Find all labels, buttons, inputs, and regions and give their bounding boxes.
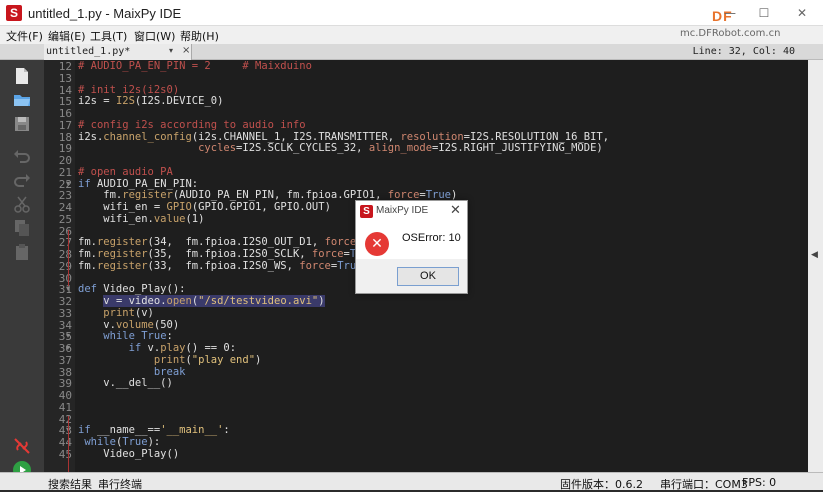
fold-arrow-icon[interactable]: ▾ (66, 179, 70, 188)
change-margin-marker (68, 416, 69, 472)
line-number: 44 (58, 436, 72, 449)
line-number: 41 (58, 400, 72, 414)
code-line[interactable]: v.__del__() (78, 377, 173, 390)
menu-tools[interactable]: 工具(T) (90, 28, 127, 44)
maximize-button[interactable]: ☐ (754, 4, 774, 22)
dialog-footer: OK (356, 259, 467, 293)
open-folder-icon[interactable] (12, 90, 32, 110)
menu-bar: 文件(F) 编辑(E) 工具(T) 窗口(W) 帮助(H) mc.DFRobot… (0, 26, 823, 44)
change-margin-marker (68, 230, 69, 286)
error-icon: ✕ (365, 232, 389, 256)
menu-edit[interactable]: 编辑(E) (48, 28, 86, 44)
app-icon: S (360, 205, 373, 218)
code-line[interactable]: wifi_en = GPIO(GPIO.GPIO1, GPIO.OUT) (78, 201, 331, 214)
close-window-button[interactable]: ✕ (792, 4, 812, 22)
line-number: 28 (58, 248, 72, 261)
undo-icon[interactable] (12, 146, 32, 166)
line-number: 45 (58, 447, 72, 461)
line-number: 12 (58, 60, 72, 73)
save-icon[interactable] (12, 114, 32, 134)
line-number: 20 (58, 154, 72, 167)
disconnect-icon[interactable] (12, 436, 32, 456)
line-number: 29 (58, 259, 72, 273)
paste-icon[interactable] (12, 242, 32, 262)
code-line[interactable]: while(True): (78, 436, 160, 449)
app-icon: S (6, 5, 22, 21)
tab-bar: untitled_1.py* ▾ × Line: 32, Col: 40 (0, 44, 823, 60)
code-line[interactable]: # AUDIO_PA_EN_PIN = 2 # Maixduino (78, 60, 312, 73)
code-line[interactable]: Video_Play() (78, 448, 179, 461)
tab-untitled-1[interactable]: untitled_1.py* ▾ × (44, 44, 192, 60)
line-number: 21 (58, 165, 72, 179)
error-message: OSError: 10 (402, 232, 461, 244)
window-title: untitled_1.py - MaixPy IDE (28, 6, 182, 21)
title-bar: S untitled_1.py - MaixPy IDE DF — ☐ ✕ (0, 0, 823, 26)
line-number: 40 (58, 389, 72, 402)
close-dialog-icon[interactable]: ✕ (450, 203, 461, 218)
line-number: 16 (58, 107, 72, 120)
fold-arrow-icon[interactable]: ▾ (66, 343, 70, 352)
chevron-down-icon[interactable]: ▾ (169, 46, 173, 55)
line-number: 24 (58, 201, 72, 214)
watermark-url: mc.DFRobot.com.cn (680, 28, 781, 39)
ok-button[interactable]: OK (397, 267, 459, 286)
code-line[interactable]: i2s = I2S(I2S.DEVICE_0) (78, 95, 223, 108)
line-number: 17 (58, 118, 72, 132)
error-dialog: S MaixPy IDE ✕ ✕ OSError: 10 OK (355, 200, 468, 294)
menu-file[interactable]: 文件(F) (6, 28, 43, 44)
cursor-position: Line: 32, Col: 40 (692, 46, 795, 57)
tab-label: untitled_1.py* (46, 46, 131, 57)
status-bar: 搜索结果 串行终端 固件版本：0.6.2 串行端口：COM3 FPS: 0 (0, 472, 823, 491)
dialog-title: MaixPy IDE (376, 205, 429, 216)
code-line[interactable]: cycles=I2S.SCLK_CYCLES_32, align_mode=I2… (78, 142, 603, 155)
menu-window[interactable]: 窗口(W) (134, 28, 175, 44)
code-line[interactable]: wifi_en.value(1) (78, 213, 204, 226)
close-tab-icon[interactable]: × (182, 45, 190, 56)
redo-icon[interactable] (12, 170, 32, 190)
copy-icon[interactable] (12, 218, 32, 238)
collapse-panel-icon[interactable]: ◀ (811, 250, 818, 260)
new-file-icon[interactable] (12, 66, 32, 86)
fps-readout: FPS: 0 (742, 476, 777, 489)
code-line[interactable]: # open audio PA (78, 166, 173, 179)
fold-arrow-icon[interactable]: ▾ (66, 331, 70, 340)
line-number-gutter: 12 13 14 15 16 17 18 19 20 21 22 ▾ 23 24 25 26 27 28 29 30 3… (44, 60, 75, 472)
line-number: 32 (58, 295, 72, 308)
left-toolbar (0, 60, 44, 479)
line-number: 13 (58, 71, 72, 85)
dialog-title-bar: S MaixPy IDE ✕ (356, 201, 467, 223)
line-number: 25 (58, 212, 72, 226)
minimize-button[interactable]: — (720, 4, 740, 22)
code-line[interactable]: fm.register(33, fm.fpioa.I2S0_WS, force=… (78, 260, 369, 273)
menu-help[interactable]: 帮助(H) (180, 28, 219, 44)
vertical-scrollbar[interactable]: ◀ (808, 60, 823, 472)
cut-icon[interactable] (12, 194, 32, 214)
line-number: 37 (58, 353, 72, 367)
line-number: 33 (58, 306, 72, 320)
